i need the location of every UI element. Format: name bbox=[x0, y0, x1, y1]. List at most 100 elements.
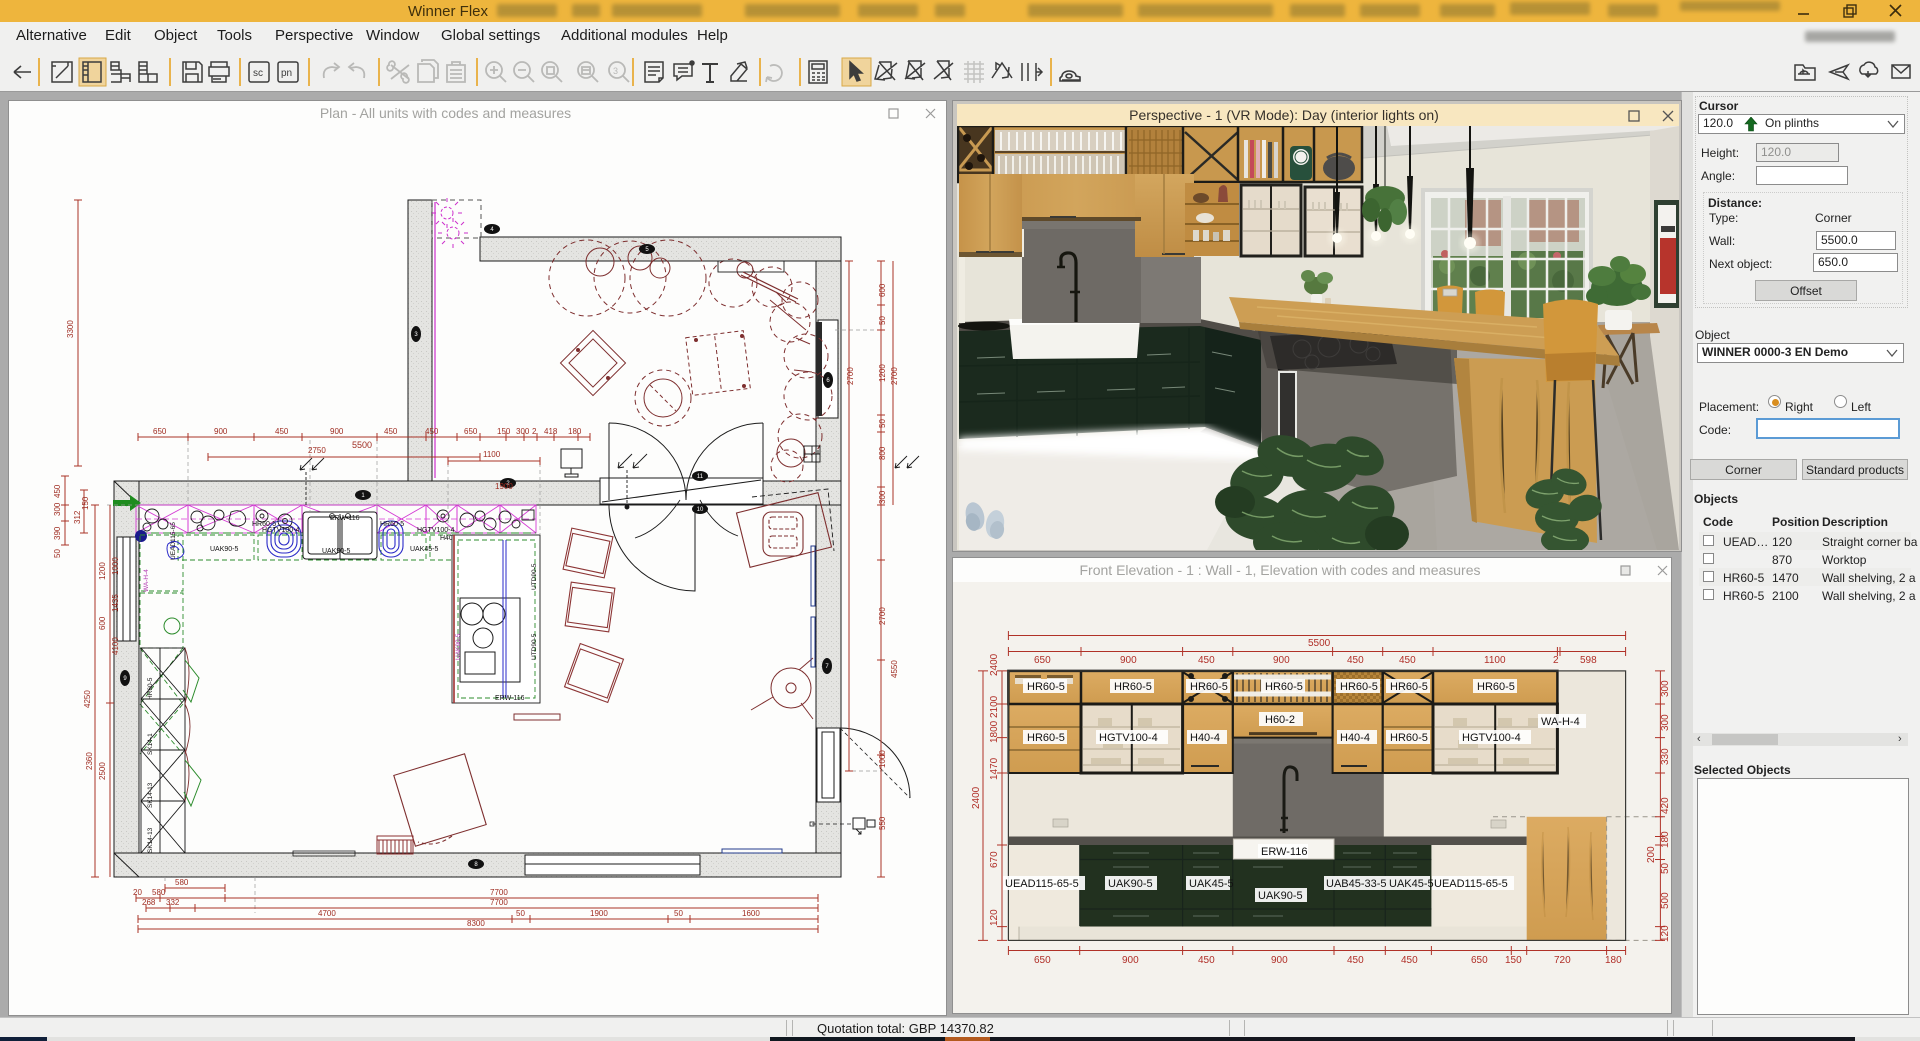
svg-text:5500: 5500 bbox=[352, 440, 372, 450]
svg-text:450: 450 bbox=[275, 427, 289, 436]
svg-text:670: 670 bbox=[989, 851, 1000, 868]
svg-text:HR60-5: HR60-5 bbox=[1340, 681, 1378, 693]
svg-text:50: 50 bbox=[674, 909, 683, 918]
svg-text:450: 450 bbox=[1198, 955, 1215, 966]
svg-text:300: 300 bbox=[1660, 714, 1671, 731]
svg-text:580: 580 bbox=[175, 878, 189, 887]
svg-text:332: 332 bbox=[166, 898, 180, 907]
svg-text:2500: 2500 bbox=[98, 762, 107, 780]
svg-text:SK14-1: SK14-1 bbox=[147, 733, 154, 755]
svg-text:450: 450 bbox=[384, 427, 398, 436]
svg-text:800: 800 bbox=[878, 446, 887, 460]
svg-text:UTD90-5: UTD90-5 bbox=[531, 563, 538, 590]
svg-text:1200: 1200 bbox=[878, 364, 887, 382]
svg-text:900: 900 bbox=[1120, 655, 1137, 666]
svg-text:HR60-5: HR60-5 bbox=[252, 521, 276, 528]
svg-text:ERW-116: ERW-116 bbox=[1261, 846, 1307, 858]
svg-text:UAK90-5: UAK90-5 bbox=[322, 548, 351, 555]
svg-text:1100: 1100 bbox=[483, 450, 501, 459]
svg-text:5500: 5500 bbox=[1308, 638, 1331, 649]
svg-text:HR60-5: HR60-5 bbox=[380, 521, 404, 528]
svg-text:4550: 4550 bbox=[890, 660, 899, 678]
svg-text:UEAD115-65-5: UEAD115-65-5 bbox=[1434, 878, 1508, 890]
svg-text:HR60-5: HR60-5 bbox=[1114, 681, 1152, 693]
svg-text:HR60-5: HR60-5 bbox=[1027, 681, 1065, 693]
svg-text:180: 180 bbox=[1605, 955, 1622, 966]
svg-text:H60-2: H60-2 bbox=[1265, 714, 1295, 726]
svg-text:650: 650 bbox=[1034, 655, 1051, 666]
svg-text:120: 120 bbox=[1660, 925, 1671, 942]
svg-text:650: 650 bbox=[464, 427, 478, 436]
svg-text:1100: 1100 bbox=[1484, 655, 1506, 666]
svg-text:300: 300 bbox=[53, 502, 62, 516]
svg-text:50: 50 bbox=[516, 909, 525, 918]
svg-text:2: 2 bbox=[532, 427, 537, 436]
svg-text:312: 312 bbox=[73, 510, 82, 524]
svg-text:2360: 2360 bbox=[85, 752, 94, 770]
svg-text:450: 450 bbox=[1401, 955, 1418, 966]
svg-text:HR60-5: HR60-5 bbox=[147, 677, 154, 700]
svg-text:2: 2 bbox=[1553, 655, 1559, 666]
svg-text:HR60-5: HR60-5 bbox=[1390, 681, 1428, 693]
svg-text:10: 10 bbox=[697, 507, 704, 513]
svg-text:SK14-13: SK14-13 bbox=[147, 827, 154, 853]
svg-text:900: 900 bbox=[1122, 955, 1139, 966]
svg-text:UAK90-5: UAK90-5 bbox=[1258, 890, 1303, 902]
svg-text:2400: 2400 bbox=[989, 653, 1000, 676]
svg-text:180: 180 bbox=[1660, 831, 1671, 848]
svg-text:HR60-5: HR60-5 bbox=[1190, 681, 1228, 693]
svg-text:1470: 1470 bbox=[989, 757, 1000, 780]
svg-text:UAB45-33-5: UAB45-33-5 bbox=[1326, 878, 1387, 890]
svg-text:1000: 1000 bbox=[878, 750, 887, 768]
svg-text:HR60-5: HR60-5 bbox=[1265, 681, 1303, 693]
svg-text:HR60-5: HR60-5 bbox=[1390, 732, 1428, 744]
svg-text:150: 150 bbox=[81, 496, 90, 510]
svg-text:600: 600 bbox=[98, 616, 107, 630]
svg-text:600: 600 bbox=[878, 283, 887, 297]
svg-text:UAK45-5: UAK45-5 bbox=[1389, 878, 1434, 890]
svg-text:UAK90-5: UAK90-5 bbox=[1108, 878, 1153, 890]
svg-text:2700: 2700 bbox=[846, 367, 855, 385]
svg-text:450: 450 bbox=[53, 484, 62, 498]
svg-text:HR60-5: HR60-5 bbox=[1027, 732, 1065, 744]
svg-text:300: 300 bbox=[878, 490, 887, 504]
svg-text:HGTV100-4: HGTV100-4 bbox=[1462, 732, 1521, 744]
svg-text:1200: 1200 bbox=[98, 562, 107, 580]
svg-text:H40-4: H40-4 bbox=[1340, 732, 1370, 744]
svg-text:450: 450 bbox=[425, 427, 439, 436]
svg-text:200: 200 bbox=[1646, 846, 1657, 863]
svg-text:50: 50 bbox=[53, 549, 62, 558]
svg-text:650: 650 bbox=[1034, 955, 1051, 966]
svg-text:HGTV100-4: HGTV100-4 bbox=[262, 527, 299, 534]
svg-text:8300: 8300 bbox=[467, 919, 485, 928]
svg-text:1900: 1900 bbox=[590, 909, 608, 918]
svg-text:900: 900 bbox=[214, 427, 228, 436]
svg-text:450: 450 bbox=[1198, 655, 1215, 666]
svg-text:500: 500 bbox=[1660, 892, 1671, 909]
svg-text:50: 50 bbox=[1660, 862, 1671, 874]
svg-text:7700: 7700 bbox=[490, 898, 508, 907]
svg-text:180: 180 bbox=[568, 427, 582, 436]
svg-text:300: 300 bbox=[1660, 680, 1671, 697]
svg-text:sc: sc bbox=[253, 68, 263, 79]
svg-text:598: 598 bbox=[1580, 655, 1597, 666]
svg-text:3: 3 bbox=[613, 66, 618, 76]
svg-text:420: 420 bbox=[1660, 797, 1671, 814]
svg-text:2400: 2400 bbox=[971, 786, 982, 809]
svg-text:UEAD115-65: UEAD115-65 bbox=[170, 522, 177, 560]
svg-text:650: 650 bbox=[1471, 955, 1488, 966]
svg-text:120: 120 bbox=[989, 909, 1000, 926]
svg-text:UAK45-5: UAK45-5 bbox=[410, 546, 439, 553]
svg-text:150: 150 bbox=[1505, 955, 1522, 966]
svg-text:4700: 4700 bbox=[318, 909, 336, 918]
svg-text:ERW-116: ERW-116 bbox=[330, 515, 360, 522]
svg-text:1800: 1800 bbox=[989, 720, 1000, 743]
svg-text:450: 450 bbox=[1347, 955, 1364, 966]
svg-text:3300: 3300 bbox=[66, 320, 75, 338]
svg-text:UAK90-5: UAK90-5 bbox=[455, 633, 462, 660]
svg-text:2750: 2750 bbox=[308, 446, 326, 455]
svg-text:11: 11 bbox=[697, 474, 704, 480]
svg-text:4100: 4100 bbox=[111, 637, 120, 655]
svg-text:1900: 1900 bbox=[495, 482, 513, 491]
svg-text:UTD90-5: UTD90-5 bbox=[531, 633, 538, 660]
